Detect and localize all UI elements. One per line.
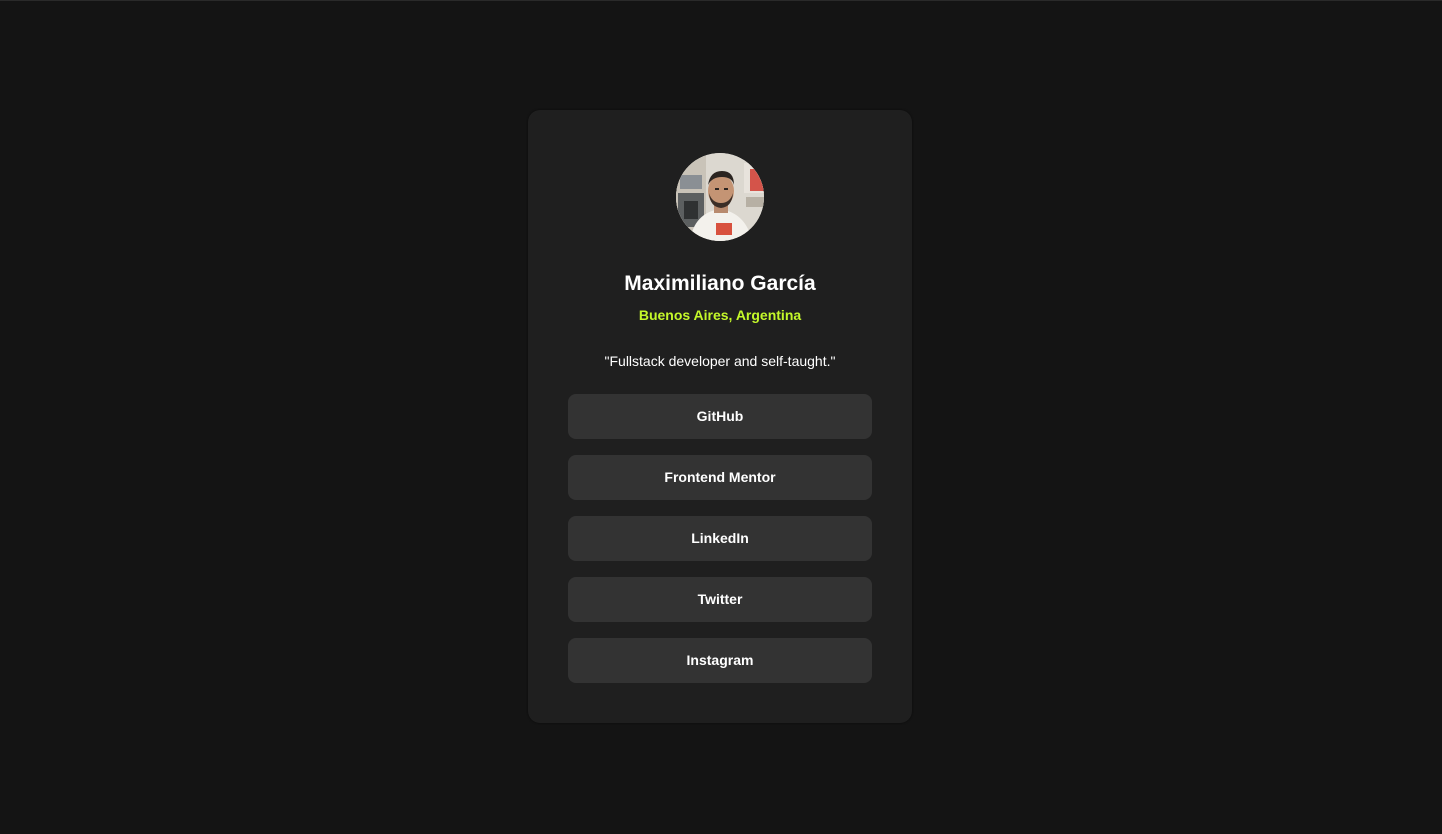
instagram-link-button[interactable]: Instagram: [568, 638, 872, 683]
frontend-mentor-link-button[interactable]: Frontend Mentor: [568, 455, 872, 500]
avatar: [676, 153, 764, 241]
twitter-link-button[interactable]: Twitter: [568, 577, 872, 622]
github-link-button[interactable]: GitHub: [568, 394, 872, 439]
page-top-border: [0, 0, 1442, 1]
linkedin-link-button[interactable]: LinkedIn: [568, 516, 872, 561]
profile-card: Maximiliano García Buenos Aires, Argenti…: [528, 110, 912, 723]
profile-bio: "Fullstack developer and self-taught.": [604, 353, 836, 369]
profile-name: Maximiliano García: [624, 272, 816, 295]
social-links-list: GitHub Frontend Mentor LinkedIn Twitter …: [568, 394, 872, 699]
avatar-photo: [676, 153, 764, 241]
profile-location: Buenos Aires, Argentina: [638, 307, 802, 323]
